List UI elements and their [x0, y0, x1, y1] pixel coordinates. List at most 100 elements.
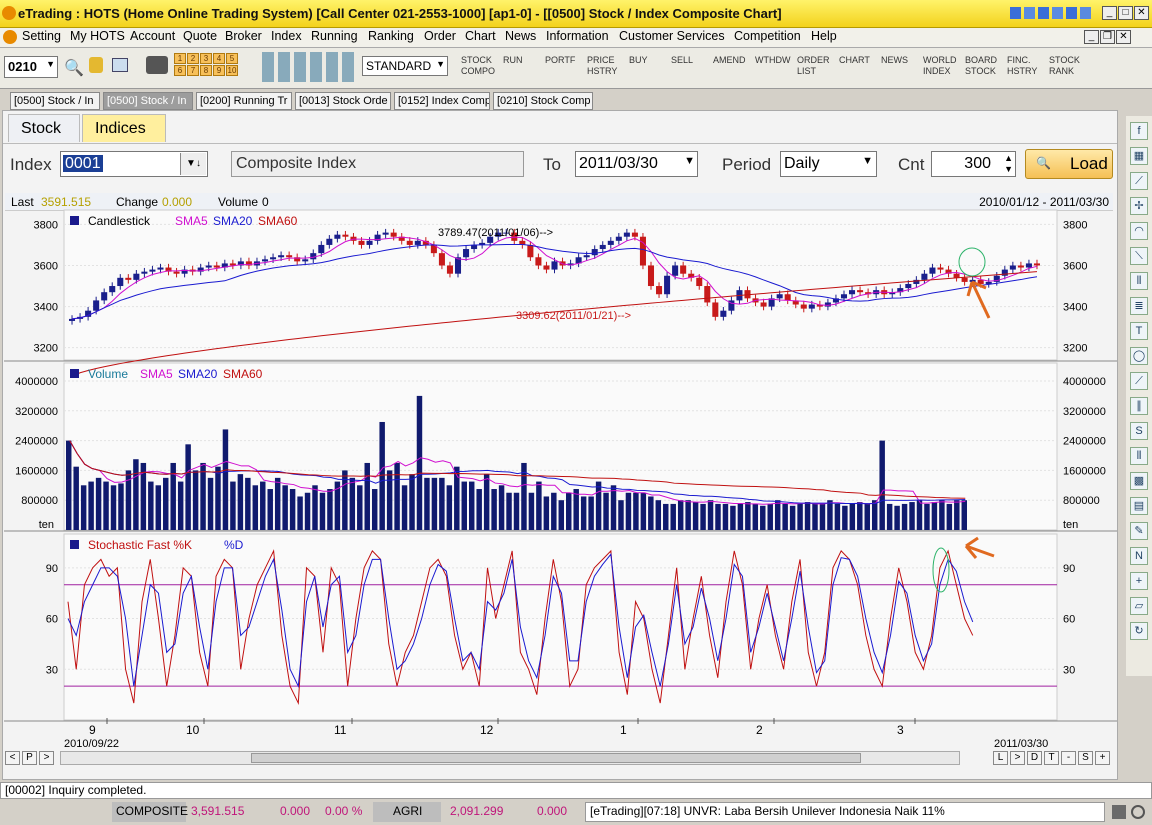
menu-quote[interactable]: Quote: [183, 29, 217, 43]
mesh-icon[interactable]: ▩: [1130, 472, 1148, 490]
layout-icon[interactable]: [1024, 7, 1035, 19]
horizontal-scrollbar[interactable]: [60, 751, 960, 765]
layout-select[interactable]: STANDARD ▼: [362, 56, 448, 76]
mdi-restore-button[interactable]: ❐: [1100, 30, 1115, 44]
window-tab[interactable]: [0500] Stock / In: [10, 92, 100, 110]
layout-icon[interactable]: [1080, 7, 1091, 19]
menu-broker[interactable]: Broker: [225, 29, 262, 43]
toolbar-wthdw[interactable]: WTHDW: [755, 55, 791, 66]
screen-num-6[interactable]: 6: [174, 65, 186, 76]
code-select[interactable]: 0210 ▼: [4, 56, 58, 78]
toolbar-price-hstry[interactable]: PRICE HSTRY: [587, 55, 617, 77]
nav-d-button[interactable]: D: [1027, 751, 1042, 765]
layout-icon[interactable]: [1010, 7, 1021, 19]
menu-setting[interactable]: Setting: [22, 29, 61, 43]
menu-help[interactable]: Help: [811, 29, 837, 43]
toolbar-portf[interactable]: PORTF: [545, 55, 575, 66]
nav-t-button[interactable]: T: [1044, 751, 1059, 765]
edit-icon[interactable]: ✎: [1130, 522, 1148, 540]
lock-icon[interactable]: [89, 57, 103, 73]
toolbar-chart[interactable]: CHART: [839, 55, 870, 66]
toolbar-sell[interactable]: SELL: [671, 55, 693, 66]
cnt-stepper[interactable]: 300 ▲ ▼: [931, 151, 1016, 177]
eraser-icon[interactable]: ▱: [1130, 597, 1148, 615]
layout-icon[interactable]: [1066, 7, 1077, 19]
window-tab[interactable]: [0210] Stock Comp: [493, 92, 593, 110]
plus-icon[interactable]: +: [1130, 572, 1148, 590]
toolbar-news[interactable]: NEWS: [881, 55, 908, 66]
layout-icon[interactable]: [1052, 7, 1063, 19]
toolbar-run[interactable]: RUN: [503, 55, 523, 66]
to-date-picker[interactable]: 2011/03/30 ▼: [575, 151, 698, 177]
oval-icon[interactable]: ◯: [1130, 347, 1148, 365]
menu-information[interactable]: Information: [546, 29, 609, 43]
maximize-button[interactable]: □: [1118, 6, 1133, 20]
toolbar-board-stock[interactable]: BOARD STOCK: [965, 55, 997, 77]
toolbar-buy[interactable]: BUY: [629, 55, 648, 66]
layout-icon[interactable]: [1038, 7, 1049, 19]
period-select[interactable]: Daily ▼: [780, 151, 877, 177]
close-button[interactable]: ✕: [1134, 6, 1149, 20]
draw-icon[interactable]: ⟋: [1130, 172, 1148, 190]
menu-customer-services[interactable]: Customer Services: [619, 29, 725, 43]
screen-num-9[interactable]: 9: [213, 65, 225, 76]
screen-number-grid[interactable]: 12345 6 7 8 9 10: [174, 53, 238, 76]
screen-num-5[interactable]: 5: [226, 53, 238, 64]
columns-icon[interactable]: ⫴: [1130, 447, 1148, 465]
zoom-in-button[interactable]: +: [1095, 751, 1110, 765]
toolbar-world-index[interactable]: WORLD INDEX: [923, 55, 957, 77]
text-icon[interactable]: T: [1130, 322, 1148, 340]
camera-icon[interactable]: [146, 56, 168, 74]
nav-s-button[interactable]: S: [1078, 751, 1093, 765]
fib-icon[interactable]: f: [1130, 122, 1148, 140]
screen-num-1[interactable]: 1: [174, 53, 186, 64]
chart-canvas[interactable]: 3200 3200 3400 3400 3600 3600 3800 3800 Candlest…: [4, 208, 1117, 750]
ticker-settings-icon[interactable]: [1112, 805, 1126, 819]
scroll-thumb[interactable]: [251, 753, 861, 763]
menu-chart[interactable]: Chart: [465, 29, 496, 43]
channel-icon[interactable]: ∥: [1130, 397, 1148, 415]
arc-icon[interactable]: ◠: [1130, 222, 1148, 240]
menu-account[interactable]: Account: [130, 29, 175, 43]
list-icon[interactable]: ≣: [1130, 297, 1148, 315]
index-code-select[interactable]: 0001 ▼↓: [60, 151, 208, 177]
window-tab[interactable]: [0200] Running Tr: [196, 92, 292, 110]
search-icon[interactable]: 🔍: [64, 58, 84, 78]
screen-num-3[interactable]: 3: [200, 53, 212, 64]
grid-icon[interactable]: ▦: [1130, 147, 1148, 165]
nav-l-button[interactable]: L: [993, 751, 1008, 765]
toolbar-stock-compo[interactable]: STOCK COMPO: [461, 55, 495, 77]
slope-icon[interactable]: ⟋: [1130, 372, 1148, 390]
tab-indices[interactable]: Indices: [82, 114, 166, 142]
zoom-out-button[interactable]: -: [1061, 751, 1076, 765]
nav-prev-button[interactable]: <: [5, 751, 20, 765]
window-icon[interactable]: [112, 58, 128, 72]
mdi-minimize-button[interactable]: _: [1084, 30, 1099, 44]
ticker-close-icon[interactable]: [1131, 805, 1145, 819]
nav-next-button[interactable]: >: [1010, 751, 1025, 765]
n-icon[interactable]: N: [1130, 547, 1148, 565]
screen-num-7[interactable]: 7: [187, 65, 199, 76]
menu-competition[interactable]: Competition: [734, 29, 801, 43]
menu-ranking[interactable]: Ranking: [368, 29, 414, 43]
load-button[interactable]: 🔍 Load: [1025, 149, 1113, 179]
screen-num-10[interactable]: 10: [226, 65, 238, 76]
bars-icon[interactable]: ⫴: [1130, 272, 1148, 290]
toolbar-order-list[interactable]: ORDER LIST: [797, 55, 830, 77]
screen-num-2[interactable]: 2: [187, 53, 199, 64]
s-icon[interactable]: S: [1130, 422, 1148, 440]
refresh-icon[interactable]: ↻: [1130, 622, 1148, 640]
menu-news[interactable]: News: [505, 29, 536, 43]
menu-my-hots[interactable]: My HOTS: [70, 29, 125, 43]
trend-icon[interactable]: ⟍: [1130, 247, 1148, 265]
window-tab[interactable]: [0152] Index Comp: [394, 92, 490, 110]
table-icon[interactable]: ▤: [1130, 497, 1148, 515]
news-ticker[interactable]: [eTrading][07:18] UNVR: Laba Bersih Unil…: [590, 804, 945, 818]
screen-num-8[interactable]: 8: [200, 65, 212, 76]
nav-p-button[interactable]: P: [22, 751, 37, 765]
window-tab[interactable]: [0013] Stock Orde: [295, 92, 391, 110]
app-menu-icon[interactable]: [3, 30, 17, 44]
mdi-close-button[interactable]: ✕: [1116, 30, 1131, 44]
layout-grid-icon[interactable]: [262, 52, 354, 82]
menu-running[interactable]: Running: [311, 29, 358, 43]
